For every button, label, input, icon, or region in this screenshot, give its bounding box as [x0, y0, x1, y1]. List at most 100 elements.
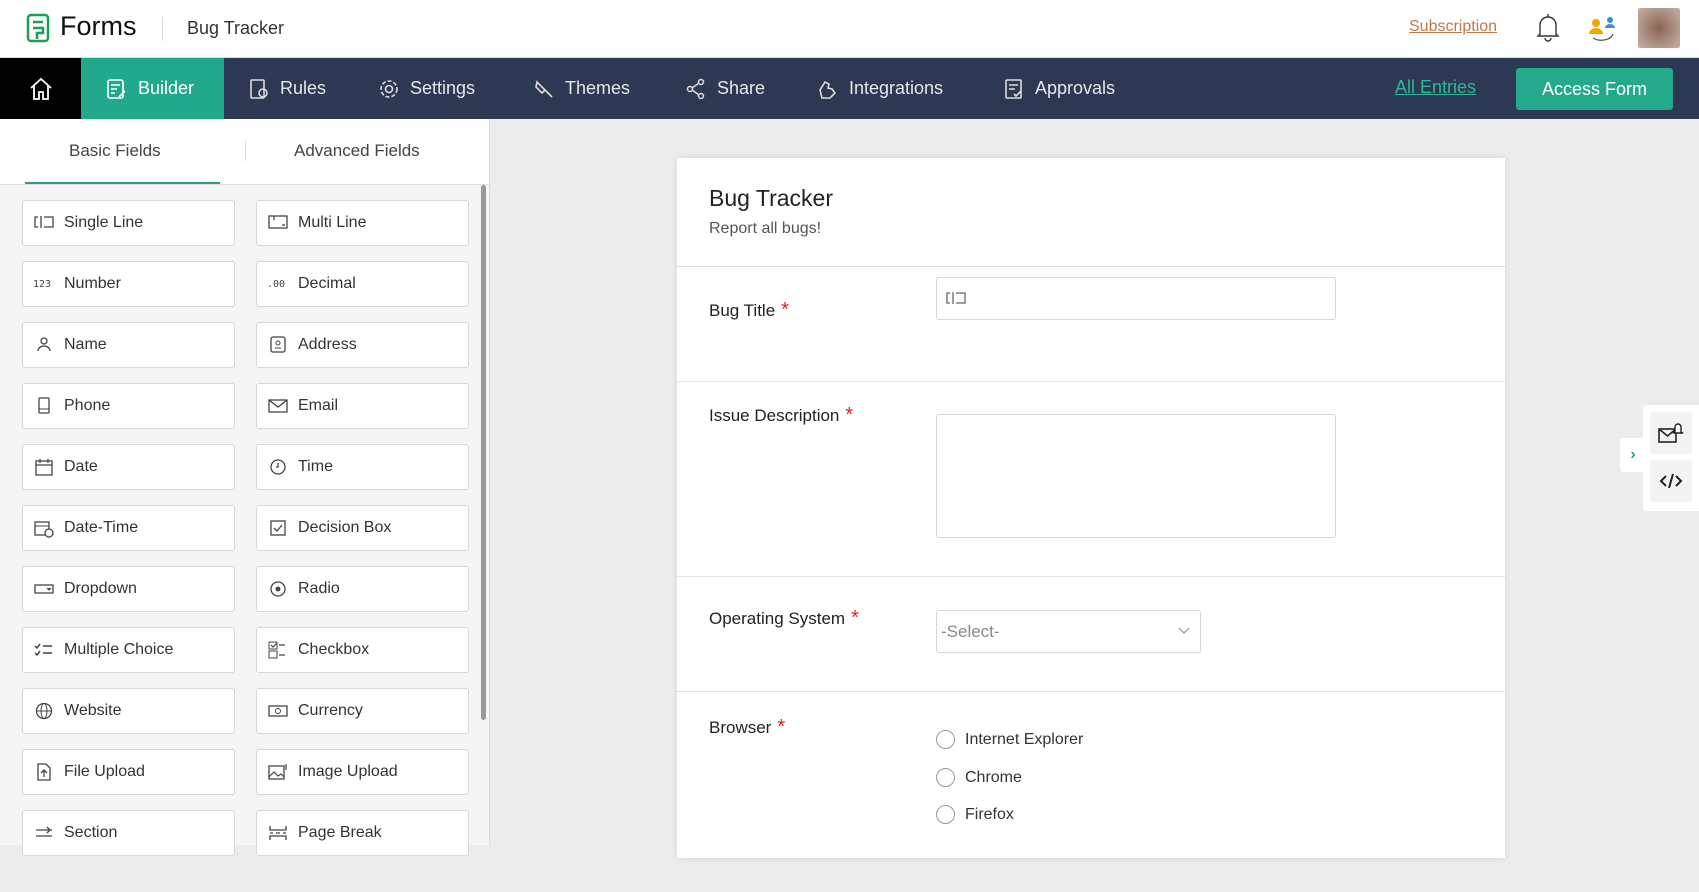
nav-themes[interactable]: Themes: [533, 58, 630, 119]
bug-title-input[interactable]: [936, 277, 1336, 320]
issue-description-textarea[interactable]: [936, 414, 1336, 538]
tab-advanced-fields[interactable]: Advanced Fields: [294, 141, 420, 161]
field-type-section[interactable]: Section: [22, 810, 235, 856]
field-issue-description[interactable]: Issue Description *: [677, 382, 1505, 577]
field-type-decision-box[interactable]: Decision Box: [256, 505, 469, 551]
single-line-icon: [34, 216, 54, 228]
field-type-address[interactable]: Address: [256, 322, 469, 368]
field-type-label: Decimal: [298, 275, 356, 292]
field-type-label: Number: [64, 275, 121, 292]
nav-integrations-label: Integrations: [849, 78, 944, 98]
svg-text:.00: .00: [267, 279, 285, 290]
user-avatar[interactable]: [1638, 8, 1680, 48]
single-line-icon: [946, 292, 966, 304]
field-type-label: Dropdown: [64, 580, 137, 597]
field-type-label: Website: [64, 702, 122, 719]
home-button[interactable]: [0, 58, 81, 119]
nav-rules-label: Rules: [280, 78, 327, 98]
field-type-label: Date: [64, 458, 98, 475]
main-nav: Builder Rules Settings Themes Share Inte…: [0, 58, 1699, 119]
website-icon: [35, 702, 53, 720]
field-type-dropdown[interactable]: Dropdown: [22, 566, 235, 612]
bell-icon[interactable]: [1536, 12, 1560, 42]
name-icon: [37, 337, 51, 352]
field-type-checkbox[interactable]: Checkbox: [256, 627, 469, 673]
right-tool-panel: [1643, 405, 1699, 511]
notification-email-button[interactable]: [1650, 412, 1692, 454]
radio-option[interactable]: Internet Explorer: [936, 730, 1083, 749]
field-type-label: Currency: [298, 702, 363, 719]
page-break-icon: [269, 826, 287, 840]
radio-option[interactable]: Chrome: [936, 768, 1022, 787]
nav-integrations[interactable]: Integrations: [817, 58, 943, 119]
form-title: Bug Tracker: [709, 185, 833, 211]
radio-icon: [270, 581, 286, 597]
field-type-image-upload[interactable]: Image Upload: [256, 749, 469, 795]
nav-builder[interactable]: Builder: [81, 58, 224, 119]
field-type-email[interactable]: Email: [256, 383, 469, 429]
form-preview: Bug Tracker Report all bugs! Bug Title * …: [677, 158, 1505, 858]
access-form-button[interactable]: Access Form: [1516, 68, 1673, 110]
nav-settings[interactable]: Settings: [378, 58, 475, 119]
app-name: Forms: [60, 11, 137, 41]
field-type-number[interactable]: 123 Number: [22, 261, 235, 307]
multiple-choice-icon: [34, 643, 52, 657]
currency-icon: [268, 705, 288, 717]
field-label: Operating System *: [709, 607, 859, 629]
field-type-label: Section: [64, 824, 118, 841]
checkbox-icon: [268, 641, 285, 659]
mail-bell-icon: [1658, 423, 1684, 443]
field-type-time[interactable]: Time: [256, 444, 469, 490]
svg-text:123: 123: [33, 279, 51, 290]
field-type-label: Time: [298, 458, 333, 475]
field-type-website[interactable]: Website: [22, 688, 235, 734]
multi-line-icon: [268, 215, 288, 229]
field-type-date[interactable]: Date: [22, 444, 235, 490]
field-type-page-break[interactable]: Page Break: [256, 810, 469, 856]
field-type-file-upload[interactable]: File Upload: [22, 749, 235, 795]
field-type-name[interactable]: Name: [22, 322, 235, 368]
date-time-icon: [34, 521, 54, 538]
form-name[interactable]: Bug Tracker: [187, 18, 284, 39]
field-type-label: Radio: [298, 580, 340, 597]
field-bug-title[interactable]: Bug Title *: [677, 267, 1505, 382]
field-type-currency[interactable]: Currency: [256, 688, 469, 734]
field-operating-system[interactable]: Operating System * -Select-: [677, 577, 1505, 692]
radio-option[interactable]: Firefox: [936, 805, 1014, 824]
nav-share-label: Share: [717, 78, 766, 98]
decimal-icon: .00: [267, 279, 285, 290]
switch-user-icon[interactable]: [1587, 14, 1619, 44]
paint-brush-icon: [535, 79, 553, 98]
nav-approvals[interactable]: Approvals: [1003, 58, 1115, 119]
field-browser[interactable]: Browser * Internet Explorer Chrome Firefo…: [677, 692, 1505, 892]
dropdown-icon: [34, 584, 54, 594]
nav-builder-label: Builder: [138, 78, 195, 98]
email-icon: [268, 399, 288, 413]
all-entries-link[interactable]: All Entries: [1395, 77, 1476, 98]
form-subtitle: Report all bugs!: [709, 220, 822, 237]
field-label: Bug Title *: [709, 299, 789, 321]
field-type-multi-line[interactable]: Multi Line: [256, 200, 469, 246]
phone-icon: [38, 397, 50, 414]
subscription-link[interactable]: Subscription: [1409, 18, 1497, 36]
field-type-decimal[interactable]: .00 Decimal: [256, 261, 469, 307]
sidebar-scrollbar[interactable]: [481, 185, 486, 720]
field-type-label: Address: [298, 336, 357, 353]
tab-basic-fields[interactable]: Basic Fields: [69, 141, 161, 161]
field-type-label: Page Break: [298, 824, 382, 841]
nav-share[interactable]: Share: [685, 58, 765, 119]
field-type-radio[interactable]: Radio: [256, 566, 469, 612]
operating-system-select[interactable]: -Select-: [936, 610, 1201, 653]
builder-icon: [107, 78, 126, 99]
field-type-multiple-choice[interactable]: Multiple Choice: [22, 627, 235, 673]
radio-circle-icon: [936, 768, 955, 787]
field-type-single-line[interactable]: Single Line: [22, 200, 235, 246]
field-type-phone[interactable]: Phone: [22, 383, 235, 429]
address-icon: [270, 336, 286, 353]
nav-rules[interactable]: Rules: [248, 58, 326, 119]
top-header: Forms Bug Tracker Subscription: [0, 0, 1699, 58]
embed-code-button[interactable]: [1650, 460, 1692, 502]
home-icon: [29, 77, 52, 100]
form-header[interactable]: Bug Tracker Report all bugs!: [677, 158, 1505, 267]
field-type-date-time[interactable]: Date-Time: [22, 505, 235, 551]
